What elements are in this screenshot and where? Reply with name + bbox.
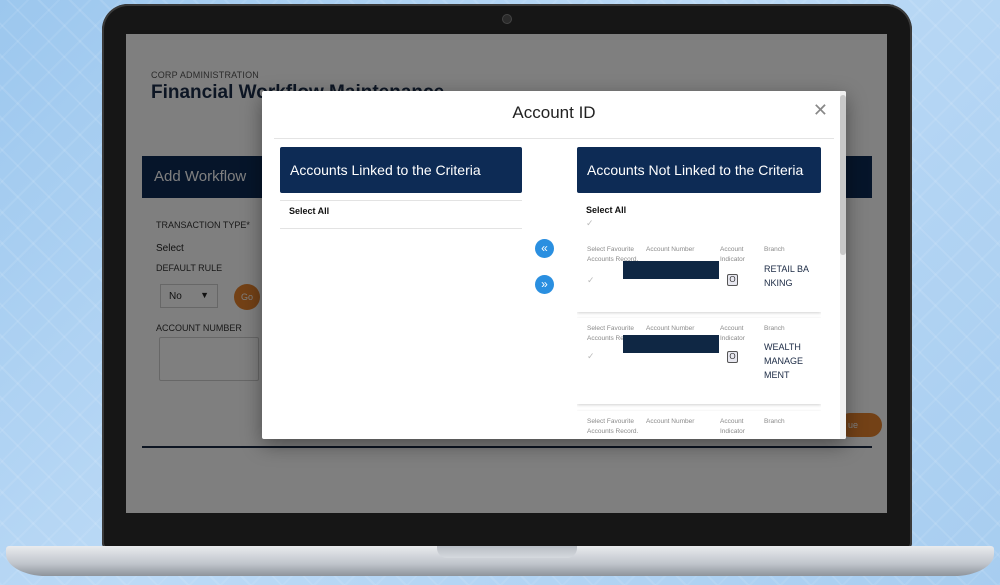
account-id-modal: Account ID ✕ Accounts Linked to the Crit… <box>262 91 846 439</box>
close-icon[interactable]: ✕ <box>813 100 828 121</box>
move-left-button[interactable]: « <box>535 239 554 258</box>
account-indicator-column-label: Account Indicator <box>720 325 745 342</box>
favourite-column-label: Select Favourite Accounts Record. <box>587 418 639 435</box>
account-number-column-label: Account Number <box>646 418 695 425</box>
account-card[interactable]: Select Favourite Accounts Record. Accoun… <box>577 318 821 404</box>
favourite-check-icon[interactable]: ✓ <box>587 351 595 362</box>
favourite-check-icon[interactable]: ✓ <box>587 275 595 286</box>
select-all-check-icon[interactable]: ✓ <box>586 218 594 229</box>
redacted-account-number <box>623 261 719 279</box>
account-indicator-column-label: Account Indicator <box>720 246 745 263</box>
branch-value: RETAIL BANKING <box>764 264 810 288</box>
linked-divider-bottom <box>280 228 522 229</box>
modal-title: Account ID <box>512 103 596 122</box>
account-indicator-column-label: Account Indicator <box>720 418 745 435</box>
not-linked-account-list: Select Favourite Accounts Record. Accoun… <box>577 239 821 439</box>
account-card[interactable]: Select Favourite Accounts Record. Accoun… <box>577 239 821 312</box>
not-linked-accounts-header: Accounts Not Linked to the Criteria <box>577 147 821 193</box>
branch-column-label: Branch <box>764 325 785 332</box>
not-linked-select-all[interactable]: Select All <box>586 205 626 215</box>
linked-select-all[interactable]: Select All <box>289 206 329 216</box>
account-number-column-label: Account Number <box>646 325 695 332</box>
modal-scrollbar[interactable] <box>840 91 846 439</box>
linked-divider-top <box>280 200 522 201</box>
account-indicator-icon: O <box>727 274 738 286</box>
account-card[interactable]: Select Favourite Accounts Record. Accoun… <box>577 411 821 439</box>
scroll-thumb[interactable] <box>840 95 846 255</box>
account-indicator-icon: O <box>727 351 738 363</box>
branch-column-label: Branch <box>764 418 785 425</box>
account-number-column-label: Account Number <box>646 246 695 253</box>
branch-column-label: Branch <box>764 246 785 253</box>
modal-divider <box>274 138 834 139</box>
branch-value: WEALTH MANAGEMENT <box>764 342 804 380</box>
move-right-button[interactable]: » <box>535 275 554 294</box>
linked-accounts-header: Accounts Linked to the Criteria <box>280 147 522 193</box>
redacted-account-number <box>623 335 719 353</box>
screen: CORP ADMINISTRATION Financial Workflow M… <box>126 34 887 513</box>
laptop-notch <box>437 546 577 558</box>
camera-icon <box>503 15 511 23</box>
